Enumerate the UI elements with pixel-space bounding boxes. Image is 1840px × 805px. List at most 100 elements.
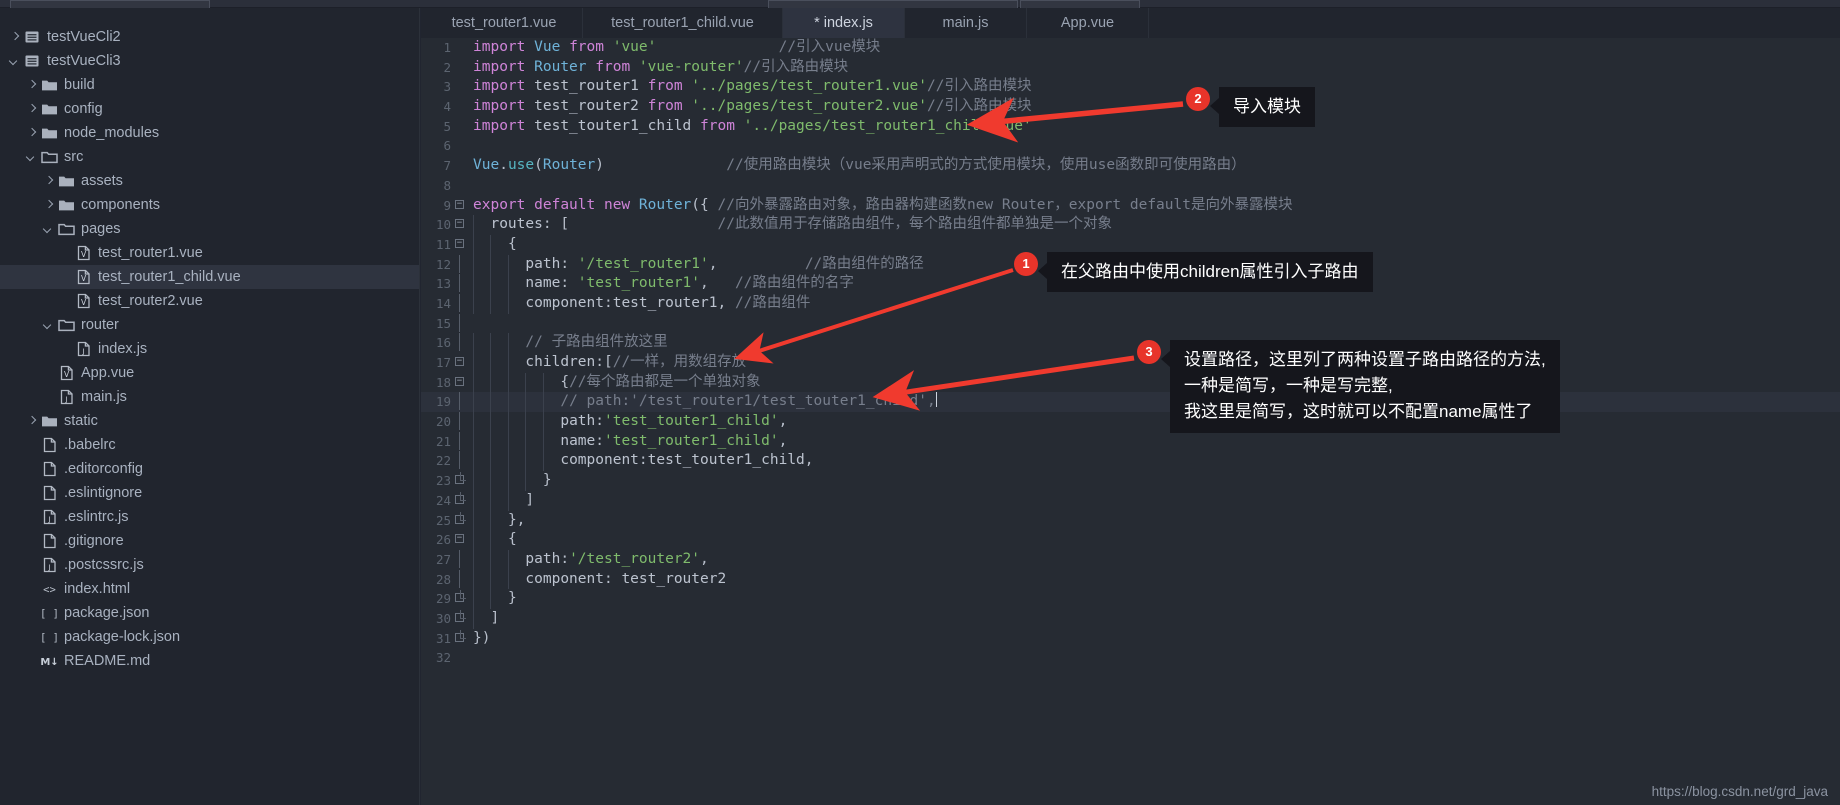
editor-tab-label: test_router1_child.vue	[611, 15, 754, 31]
tree-item-label: components	[81, 197, 160, 213]
code-line[interactable]: 17− children:[//一样，用数组存放	[421, 353, 1840, 373]
toolbar-extra[interactable]	[1020, 0, 1140, 8]
code-line[interactable]: 22 component:test_touter1_child,	[421, 451, 1840, 472]
tree-item-package-lock-json[interactable]: [ ] package-lock.json	[0, 625, 419, 649]
line-number: 10	[435, 217, 451, 233]
vue-file-icon: V	[58, 365, 75, 381]
fold-collapse-icon[interactable]: −	[455, 357, 464, 366]
line-number: 21	[435, 433, 451, 449]
tree-item-index-js[interactable]: Jindex.js	[0, 337, 419, 361]
line-number: 31	[435, 630, 451, 646]
tree-item-label: index.js	[98, 341, 148, 357]
tree-item-router[interactable]: router	[0, 313, 419, 337]
tree-item-index-html[interactable]: <> index.html	[0, 577, 419, 601]
tree-item-testvuecli2[interactable]: testVueCli2	[0, 25, 419, 49]
tree-item-static[interactable]: static	[0, 409, 419, 433]
code-lines[interactable]: 1 import Vue from 'vue' //引入vue模块 2 import …	[421, 38, 1840, 805]
tree-item-components[interactable]: components	[0, 193, 419, 217]
tree-item-gitignore[interactable]: .gitignore	[0, 529, 419, 553]
code-line[interactable]: 14 component:test_router1, //路由组件	[421, 293, 1840, 314]
tree-item-package-json[interactable]: [ ] package.json	[0, 601, 419, 625]
code-line-text: component: test_router2	[525, 570, 727, 587]
tree-item-editorconfig[interactable]: .editorconfig	[0, 457, 419, 481]
code-line[interactable]: 15	[421, 313, 1840, 334]
code-line[interactable]: 9− export default new Router({ //向外暴露路由对象…	[421, 196, 1840, 216]
code-line[interactable]: 29 }	[421, 589, 1840, 609]
line-number: 28	[435, 571, 451, 587]
tree-item-build[interactable]: build	[0, 73, 419, 97]
chevron-right-icon[interactable]	[42, 174, 56, 188]
editor-tab-index-js[interactable]: * index.js	[783, 8, 905, 38]
chevron-right-icon[interactable]	[8, 30, 22, 44]
js-file-icon: J	[58, 389, 75, 405]
chevron-right-icon[interactable]	[25, 102, 39, 116]
code-line[interactable]: 2 import Router from 'vue-router'//引入路由模块	[421, 58, 1840, 78]
fold-collapse-icon[interactable]: −	[455, 219, 464, 229]
tree-item-eslintignore[interactable]: .eslintignore	[0, 481, 419, 505]
chevron-right-icon[interactable]	[25, 78, 39, 92]
tree-item-readme-md[interactable]: M↓ README.md	[0, 649, 419, 673]
tree-item-eslintrc-js[interactable]: J .eslintrc.js	[0, 505, 419, 529]
project-tree-panel[interactable]: testVueCli2 testVueCli3 build config node_mo…	[0, 8, 420, 805]
code-line[interactable]: 31})	[421, 629, 1840, 649]
code-line[interactable]: 24 ]	[421, 490, 1840, 511]
tree-item-test-router2-vue[interactable]: Vtest_router2.vue	[0, 289, 419, 313]
code-line[interactable]: 26− {	[421, 530, 1840, 550]
code-line[interactable]: 20 path:'test_touter1_child',	[421, 412, 1840, 432]
tree-item-node-modules[interactable]: node_modules	[0, 121, 419, 145]
project-tree[interactable]: testVueCli2 testVueCli3 build config node_mo…	[0, 8, 419, 673]
toolbar-search-field[interactable]	[768, 0, 1018, 8]
code-line[interactable]: 18− {//每个路由都是一个单独对象	[421, 372, 1840, 393]
tree-item-testvuecli3[interactable]: testVueCli3	[0, 49, 419, 73]
tree-item-test-router1-vue[interactable]: Vtest_router1.vue	[0, 241, 419, 265]
code-line[interactable]: 3 import test_router1 from '../pages/test…	[421, 77, 1840, 97]
tree-item-config[interactable]: config	[0, 97, 419, 121]
tree-item-postcssrc-js[interactable]: J .postcssrc.js	[0, 553, 419, 577]
code-line[interactable]: 21 name:'test_router1_child',	[421, 431, 1840, 452]
chevron-right-icon[interactable]	[25, 414, 39, 428]
chevron-down-icon[interactable]	[25, 150, 39, 164]
code-line[interactable]: 8	[421, 176, 1840, 196]
fold-collapse-icon[interactable]: −	[455, 238, 464, 248]
editor-tab-main-js[interactable]: main.js	[905, 8, 1027, 38]
editor-tab-test-router1-child-vue[interactable]: test_router1_child.vue	[583, 8, 783, 38]
code-line[interactable]: 1 import Vue from 'vue' //引入vue模块	[421, 38, 1840, 58]
code-line[interactable]: 25 },	[421, 510, 1840, 531]
chevron-right-icon[interactable]	[25, 126, 39, 140]
chevron-down-icon[interactable]	[8, 54, 22, 68]
fold-collapse-icon[interactable]: −	[455, 376, 464, 386]
code-line[interactable]: 27 path:'/test_router2',	[421, 549, 1840, 570]
chevron-down-icon[interactable]	[42, 318, 56, 332]
editor-area: test_router1.vue test_router1_child.vue * …	[421, 8, 1840, 805]
code-line[interactable]: 7 Vue.use(Router) //使用路由模块（vue采用声明式的方式使用模…	[421, 156, 1840, 176]
chevron-right-icon[interactable]	[42, 198, 56, 212]
code-line[interactable]: 6	[421, 136, 1840, 156]
editor-tab-app-vue[interactable]: App.vue	[1027, 8, 1149, 38]
editor-tab-bar[interactable]: test_router1.vue test_router1_child.vue * …	[421, 8, 1840, 38]
code-line[interactable]: 16 // 子路由组件放这里	[421, 333, 1840, 353]
code-pane[interactable]: 1 import Vue from 'vue' //引入vue模块 2 import …	[421, 38, 1840, 805]
code-line[interactable]: 19 // path:'/test_router1/test_touter1_c…	[421, 392, 1840, 413]
tree-item-app-vue[interactable]: V App.vue	[0, 361, 419, 385]
tree-item-babelrc[interactable]: .babelrc	[0, 433, 419, 457]
code-line[interactable]: 30 ]	[421, 608, 1840, 629]
code-line[interactable]: 4 import test_router2 from '../pages/test…	[421, 97, 1840, 117]
code-line[interactable]: 23 }	[421, 471, 1840, 491]
chevron-down-icon[interactable]	[42, 222, 56, 236]
toolbar-run-config[interactable]	[10, 0, 210, 8]
fold-collapse-icon[interactable]: −	[455, 534, 464, 544]
tree-item-src[interactable]: src	[0, 145, 419, 169]
code-line[interactable]: 10− routes: [ //此数值用于存储路由组件，每个路由组件都单独是一个…	[421, 215, 1840, 235]
code-line[interactable]: 32	[421, 648, 1840, 668]
tree-item-main-js[interactable]: Jmain.js	[0, 385, 419, 409]
code-line[interactable]: 28 component: test_router2	[421, 569, 1840, 590]
js-file-icon: J	[41, 509, 58, 525]
tree-item-test-router1-child-vue[interactable]: Vtest_router1_child.vue	[0, 265, 419, 289]
line-number: 23	[435, 473, 451, 489]
editor-tab-test-router1-vue[interactable]: test_router1.vue	[426, 8, 583, 38]
code-line[interactable]: 5 import test_touter1_child from '../page…	[421, 117, 1840, 137]
tree-item-pages[interactable]: pages	[0, 217, 419, 241]
tree-item-assets[interactable]: assets	[0, 169, 419, 193]
fold-collapse-icon[interactable]: −	[455, 199, 464, 209]
